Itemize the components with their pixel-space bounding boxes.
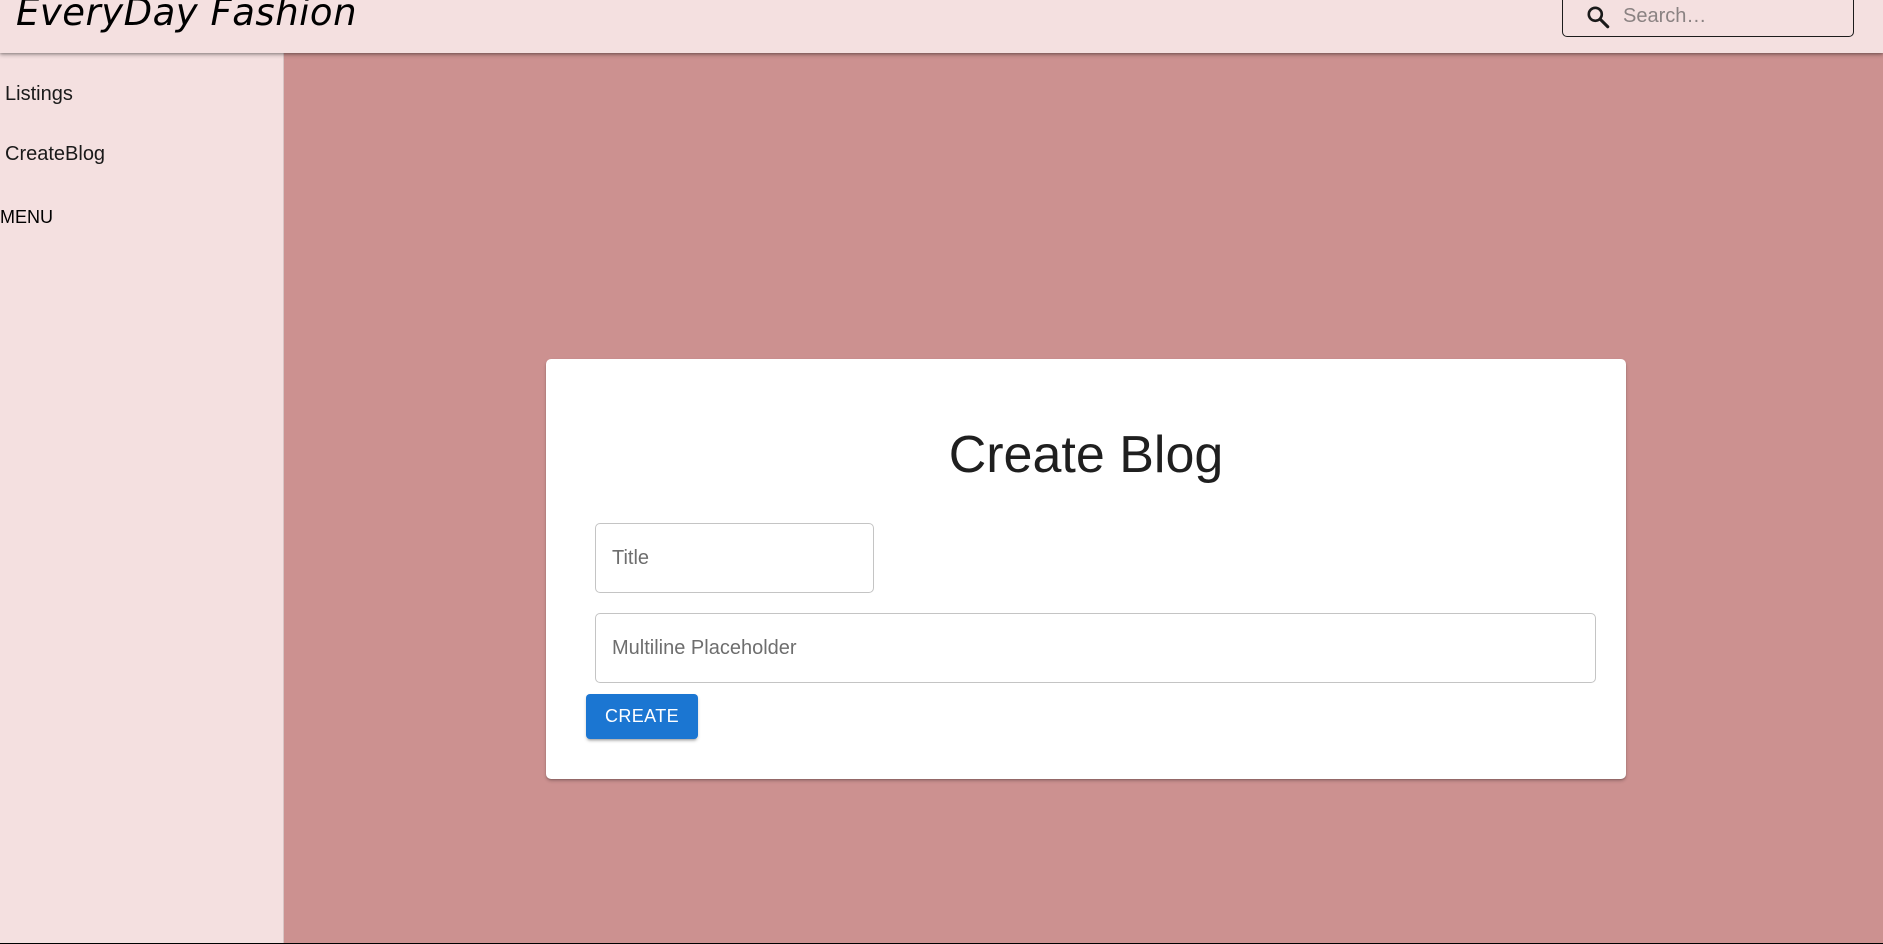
page-title: Create Blog xyxy=(948,426,1224,484)
create-button[interactable]: CREATE xyxy=(586,694,698,739)
search-icon xyxy=(1587,6,1610,29)
create-blog-card: Create Blog CREATE xyxy=(546,359,1626,779)
body-field[interactable] xyxy=(595,613,1596,683)
app-root: EveryDay Fashion Listings CreateBlog MEN… xyxy=(0,0,1883,943)
body-input[interactable] xyxy=(612,614,1579,682)
search-input[interactable] xyxy=(1623,1,1843,31)
menu-button[interactable]: MENU xyxy=(0,207,53,228)
app-bar: EveryDay Fashion xyxy=(0,0,1883,53)
sidebar: Listings CreateBlog MENU xyxy=(0,53,284,943)
title-field[interactable] xyxy=(595,523,874,593)
sidebar-item-createblog[interactable]: CreateBlog xyxy=(5,143,105,166)
sidebar-item-listings[interactable]: Listings xyxy=(5,83,73,106)
title-input[interactable] xyxy=(612,524,857,592)
search-box[interactable] xyxy=(1562,0,1854,37)
brand-logo[interactable]: EveryDay Fashion xyxy=(16,0,357,38)
